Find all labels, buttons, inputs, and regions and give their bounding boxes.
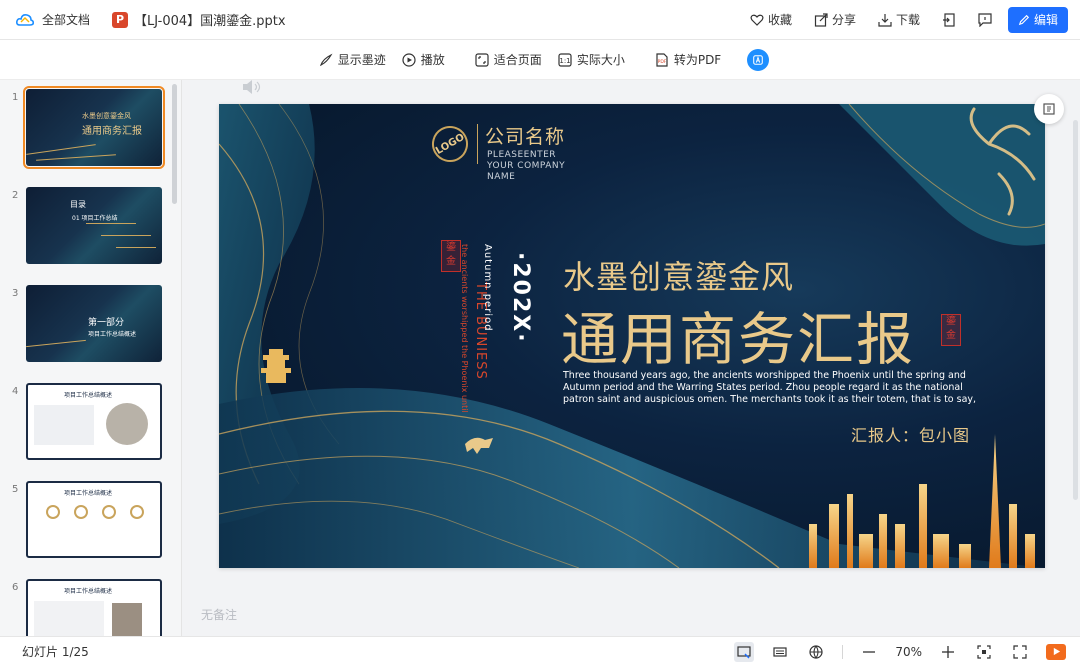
- file-title: P 【LJ-004】国潮鎏金.pptx: [112, 10, 286, 29]
- fit-window-button[interactable]: [974, 642, 994, 662]
- slide-counter: 幻灯片 1/25: [22, 645, 89, 659]
- to-pdf-button[interactable]: PDF 转为PDF: [655, 51, 721, 68]
- comment-icon: [978, 12, 992, 27]
- slide-view-icon: [737, 645, 751, 658]
- comment-button[interactable]: [978, 12, 992, 27]
- slide-canvas: LOGO 公司名称 PLEASEENTER YOUR COMPANY NAME …: [183, 80, 1080, 636]
- slide-subtitle: 水墨创意鎏金风: [563, 258, 795, 296]
- company-subtitle: PLEASEENTER YOUR COMPANY NAME: [487, 150, 566, 182]
- slideshow-button[interactable]: [1046, 643, 1066, 660]
- zoom-level[interactable]: 70%: [895, 645, 922, 659]
- play-button[interactable]: 播放: [402, 51, 445, 68]
- pdf-icon: PDF: [656, 52, 668, 67]
- download-button[interactable]: 下载: [878, 11, 920, 28]
- thumbnail-number: 3: [12, 288, 19, 299]
- export-button[interactable]: [942, 12, 956, 27]
- seal-stamp-right: 鎏金: [941, 314, 961, 346]
- ink-pen-icon: [319, 53, 333, 66]
- zoom-in-button[interactable]: [938, 642, 958, 662]
- actual-size-button[interactable]: 1:1 实际大小: [558, 51, 625, 68]
- canvas-scrollbar[interactable]: [1073, 120, 1078, 500]
- thumbnail-item[interactable]: 3 第一部分 项目工作总结概述: [0, 285, 170, 367]
- show-ink-button[interactable]: 显示墨迹: [319, 51, 386, 68]
- speaker-icon: [243, 80, 261, 94]
- status-divider: [842, 644, 844, 659]
- top-bar: 全部文档 P 【LJ-004】国潮鎏金.pptx 收藏 分享 下载 编辑: [0, 0, 1080, 40]
- notes-view-button[interactable]: [770, 642, 790, 662]
- fullscreen-icon: [1013, 644, 1027, 659]
- slide-thumbnail[interactable]: 第一部分 项目工作总结概述: [26, 285, 162, 362]
- reporter-label: 汇报人：包小图: [851, 426, 971, 445]
- thumbnail-item[interactable]: 6 项目工作总结概述: [0, 579, 170, 636]
- heart-icon: [750, 14, 764, 26]
- cloud-icon: [16, 13, 35, 27]
- fit-screen-icon: [1043, 103, 1055, 115]
- notes-placeholder[interactable]: 无备注: [201, 606, 237, 623]
- logo-divider: [477, 124, 478, 164]
- fullscreen-button[interactable]: [1010, 642, 1030, 662]
- pen-icon: [1018, 14, 1030, 25]
- current-slide[interactable]: LOGO 公司名称 PLEASEENTER YOUR COMPANY NAME …: [219, 104, 1045, 568]
- ai-assistant-button[interactable]: [747, 48, 770, 71]
- plus-icon: [942, 645, 954, 658]
- web-view-button[interactable]: [806, 642, 826, 662]
- all-docs-label: 全部文档: [42, 13, 91, 27]
- svg-text:PDF: PDF: [657, 59, 666, 65]
- favorite-button[interactable]: 收藏: [750, 11, 792, 28]
- export-icon: [942, 12, 955, 27]
- normal-view-button[interactable]: [734, 641, 755, 662]
- thumbnail-number: 4: [12, 386, 19, 397]
- thumbnails-scrollbar[interactable]: [172, 84, 177, 204]
- vertical-autumn-text: Autumn period: [482, 244, 493, 332]
- fit-float-button[interactable]: [1034, 94, 1064, 124]
- focus-icon: [977, 644, 991, 659]
- edit-button[interactable]: 编辑: [1007, 6, 1068, 33]
- thumbnail-item[interactable]: 1 水墨创意鎏金风 通用商务汇报: [0, 86, 170, 171]
- vertical-ancients-text: the ancients worshipped the Phoenix unti…: [460, 244, 469, 413]
- actual-size-icon: 1:1: [558, 52, 572, 67]
- slide-thumbnail[interactable]: 目录 01 项目工作总结: [26, 187, 162, 264]
- fit-page-icon: [475, 52, 489, 67]
- ai-icon: [753, 54, 764, 65]
- vertical-year-text: ·202X·: [508, 252, 533, 344]
- play-icon: [1053, 647, 1060, 656]
- globe-icon: [809, 644, 823, 659]
- slide-thumbnail[interactable]: 项目工作总结概述: [26, 481, 162, 558]
- keyboard-icon: [773, 646, 787, 657]
- thumbnail-number: 5: [12, 484, 19, 495]
- zoom-out-button[interactable]: [859, 642, 879, 662]
- seal-stamp-left: 鎏金: [441, 240, 461, 272]
- thumbnail-number: 6: [12, 582, 19, 593]
- play-circle-icon: [402, 52, 416, 67]
- share-icon: [814, 12, 828, 27]
- fit-page-button[interactable]: 适合页面: [475, 51, 542, 68]
- view-toolbar: 显示墨迹 播放 适合页面 1:1 实际大小 PDF 转为PDF: [0, 40, 1080, 80]
- thumbnail-number: 1: [12, 92, 19, 103]
- share-button[interactable]: 分享: [814, 11, 856, 28]
- file-name: 【LJ-004】国潮鎏金.pptx: [134, 14, 286, 29]
- slide-thumbnail[interactable]: 水墨创意鎏金风 通用商务汇报: [23, 86, 165, 169]
- thumbnail-number: 2: [12, 190, 19, 201]
- slide-body-text: Three thousand years ago, the ancients w…: [563, 370, 977, 405]
- minus-icon: [863, 650, 876, 653]
- pptx-file-icon: P: [112, 11, 129, 28]
- slide-title: 通用商务汇报: [561, 307, 915, 373]
- thumbnail-item[interactable]: 2 目录 01 项目工作总结: [0, 187, 170, 269]
- download-icon: [878, 13, 892, 27]
- all-docs-link[interactable]: 全部文档: [0, 11, 90, 28]
- status-bar: 幻灯片 1/25 70%: [0, 636, 1080, 666]
- company-name: 公司名称: [485, 126, 566, 148]
- svg-text:1:1: 1:1: [559, 57, 570, 65]
- slide-thumbnails-panel: 1 水墨创意鎏金风 通用商务汇报 2 目录 01 项目工作总结 3 第一部分 项…: [0, 80, 182, 636]
- thumbnail-item[interactable]: 5 项目工作总结概述: [0, 481, 170, 563]
- slide-thumbnail[interactable]: 项目工作总结概述: [26, 579, 162, 636]
- slide-thumbnail[interactable]: 项目工作总结概述: [26, 383, 162, 460]
- thumbnail-item[interactable]: 4 项目工作总结概述: [0, 383, 170, 465]
